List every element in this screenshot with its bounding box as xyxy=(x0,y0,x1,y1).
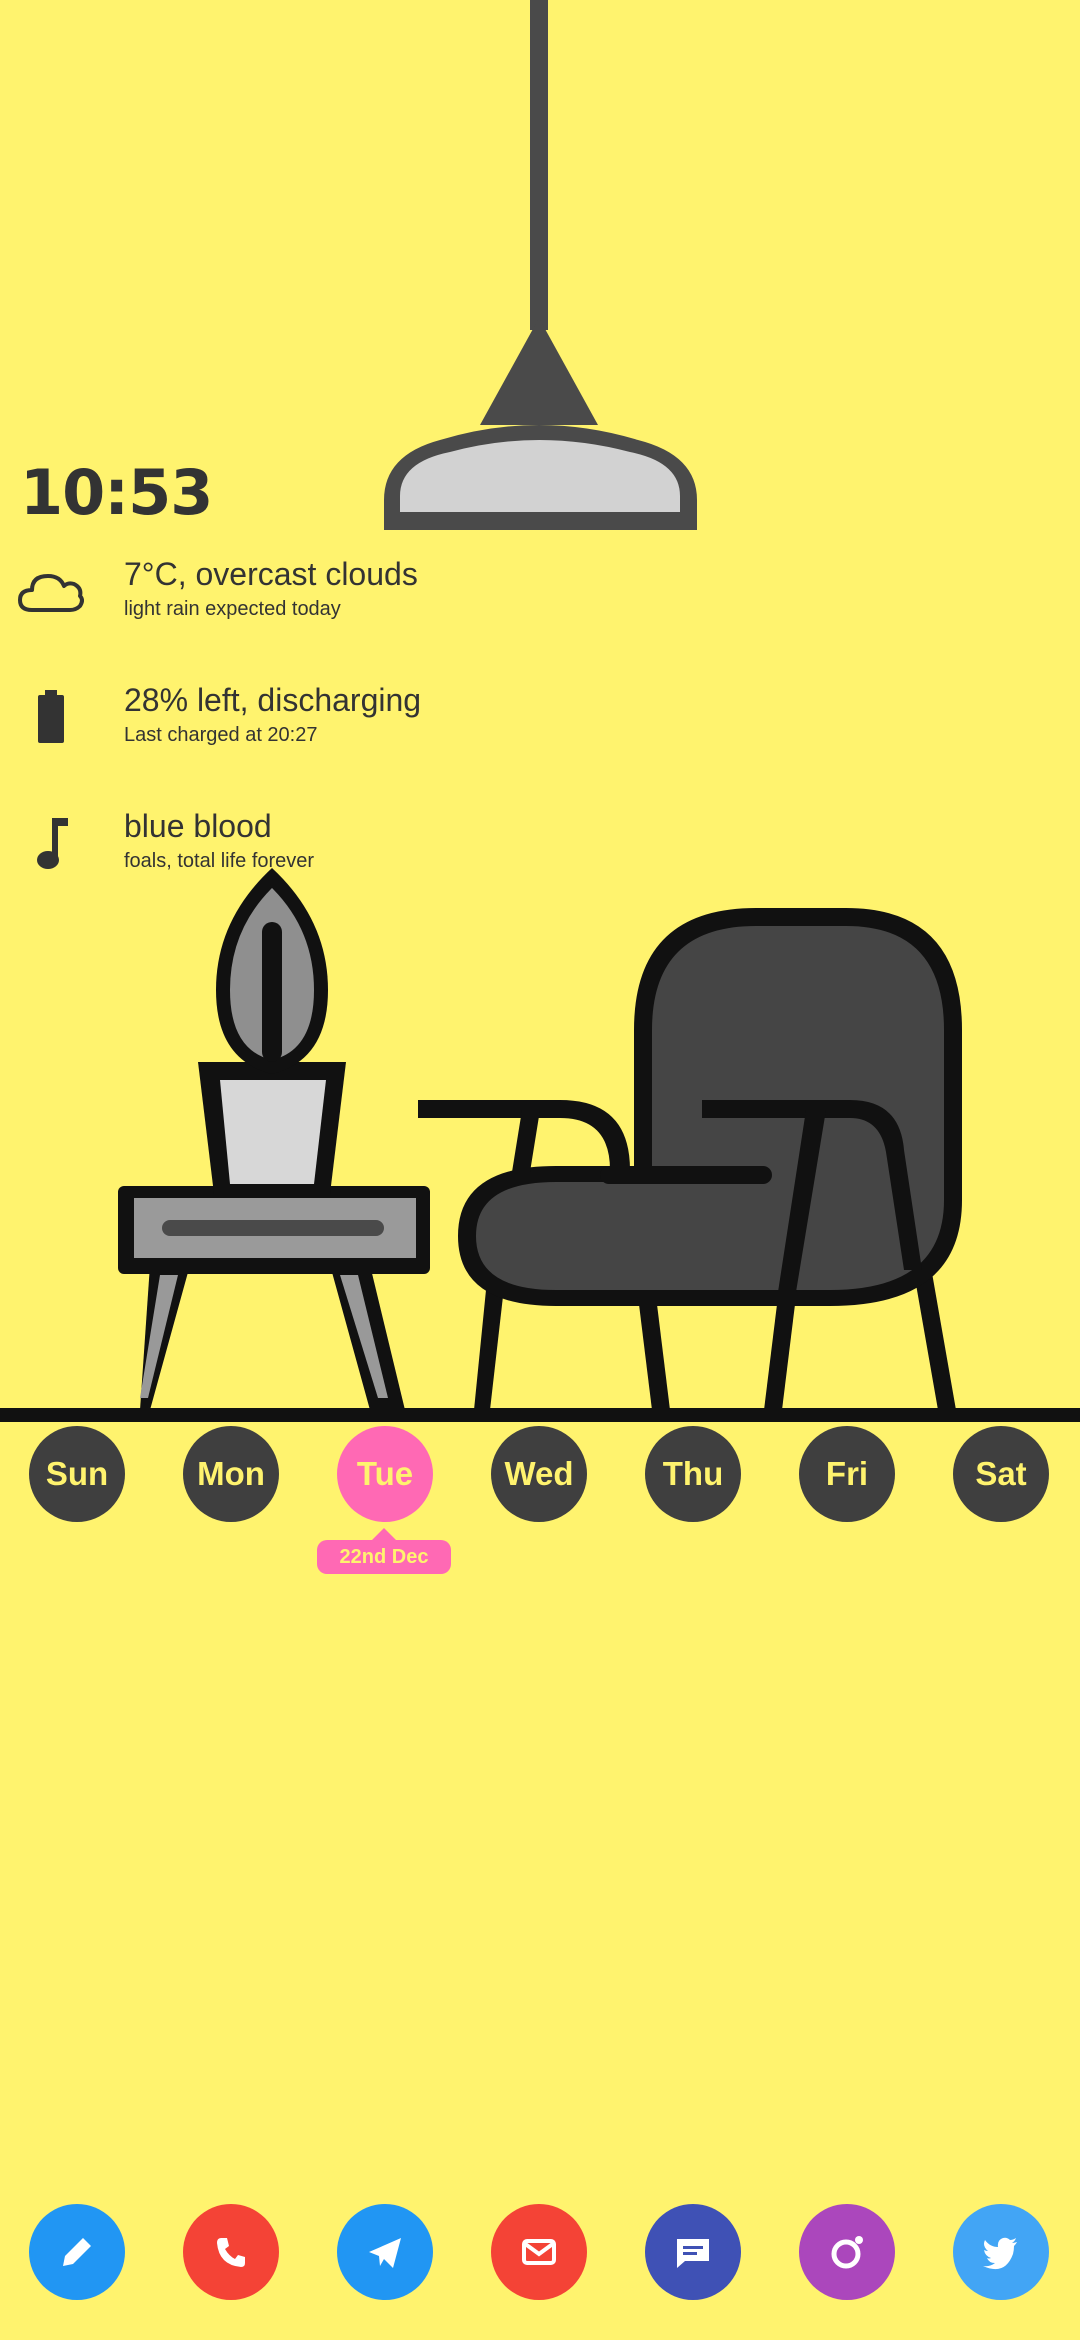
day-sun[interactable]: Sun xyxy=(29,1426,125,1522)
twitter-app-button[interactable] xyxy=(953,2204,1049,2300)
paper-plane-icon xyxy=(369,2238,401,2268)
camera-app-button[interactable] xyxy=(799,2204,895,2300)
camera-ring-icon xyxy=(831,2236,863,2269)
weather-row[interactable]: 7°C, overcast clouds light rain expected… xyxy=(18,556,618,636)
pendant-lamp xyxy=(384,0,697,530)
weather-subtitle: light rain expected today xyxy=(124,598,341,620)
battery-icon xyxy=(38,690,64,743)
twitter-bird-icon xyxy=(983,2237,1017,2270)
plant-pot xyxy=(198,868,346,1194)
day-tue[interactable]: Tue xyxy=(337,1426,433,1522)
day-wed[interactable]: Wed xyxy=(491,1426,587,1522)
selected-date-badge: 22nd Dec xyxy=(317,1528,451,1574)
day-fri[interactable]: Fri xyxy=(799,1426,895,1522)
side-table xyxy=(118,1186,430,1410)
cloud-icon xyxy=(18,574,84,612)
music-title: blue blood xyxy=(124,808,272,844)
notes-app-button[interactable] xyxy=(29,2204,125,2300)
app-dock xyxy=(0,2204,1080,2304)
wallpaper-illustration xyxy=(0,0,1080,1422)
messages-app-button[interactable] xyxy=(645,2204,741,2300)
message-icon xyxy=(677,2239,709,2268)
music-note-icon xyxy=(37,818,68,869)
day-mon[interactable]: Mon xyxy=(183,1426,279,1522)
weather-title: 7°C, overcast clouds xyxy=(124,556,418,592)
clock-time[interactable]: 10:53 xyxy=(20,462,213,524)
day-thu[interactable]: Thu xyxy=(645,1426,741,1522)
music-subtitle: foals, total life forever xyxy=(124,850,315,872)
battery-title: 28% left, discharging xyxy=(124,682,422,718)
email-app-button[interactable] xyxy=(491,2204,587,2300)
phone-icon xyxy=(217,2238,245,2267)
day-sat[interactable]: Sat xyxy=(953,1426,1049,1522)
floor-line xyxy=(0,1408,1080,1422)
pencil-icon xyxy=(63,2238,91,2266)
battery-row[interactable]: 28% left, discharging Last charged at 20… xyxy=(18,682,618,762)
battery-subtitle: Last charged at 20:27 xyxy=(124,724,318,746)
mail-icon xyxy=(522,2239,556,2265)
telegram-app-button[interactable] xyxy=(337,2204,433,2300)
armchair xyxy=(418,908,962,1410)
phone-app-button[interactable] xyxy=(183,2204,279,2300)
music-row[interactable]: blue blood foals, total life forever xyxy=(18,808,618,888)
week-day-selector: Sun Mon Tue Wed Thu Fri Sat xyxy=(0,1426,1080,1526)
